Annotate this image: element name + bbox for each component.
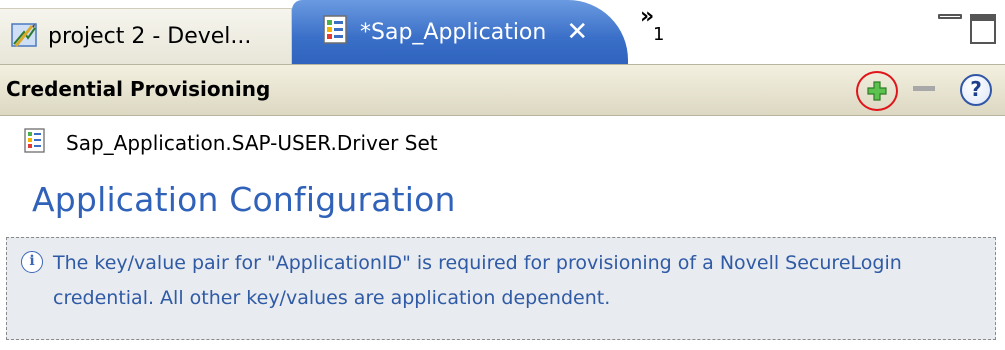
form-document-icon <box>24 128 46 158</box>
editor-tab-bar: project 2 - Devel... *Sap_Application ✕ … <box>0 0 1005 64</box>
info-icon: i <box>21 251 43 273</box>
remove-button[interactable] <box>913 86 935 91</box>
close-icon[interactable]: ✕ <box>566 19 588 45</box>
tab-overflow-chevron-icon[interactable]: » <box>640 4 654 29</box>
tab-label: *Sap_Application <box>360 19 547 45</box>
help-icon: ? <box>970 77 982 101</box>
info-text: The key/value pair for "ApplicationID" i… <box>53 252 902 309</box>
tab-project-2[interactable]: project 2 - Devel... <box>0 8 292 64</box>
tab-label: project 2 - Devel... <box>48 24 252 49</box>
driver-set-row: Sap_Application.SAP-USER.Driver Set <box>24 128 438 158</box>
plus-icon <box>867 81 887 101</box>
add-button[interactable] <box>856 71 898 111</box>
project-designer-icon <box>10 20 40 54</box>
minimize-icon[interactable] <box>938 14 962 30</box>
tab-overflow-count: 1 <box>653 24 665 45</box>
help-button[interactable]: ? <box>960 74 992 106</box>
section-header: Credential Provisioning ? <box>0 64 1005 116</box>
form-document-icon <box>322 15 350 49</box>
page-title: Application Configuration <box>32 180 456 219</box>
info-box: i The key/value pair for "ApplicationID"… <box>6 237 996 340</box>
section-title: Credential Provisioning <box>6 77 271 101</box>
tab-sap-application[interactable]: *Sap_Application ✕ <box>292 0 628 64</box>
maximize-icon[interactable] <box>970 14 996 44</box>
driver-set-label: Sap_Application.SAP-USER.Driver Set <box>66 131 438 155</box>
